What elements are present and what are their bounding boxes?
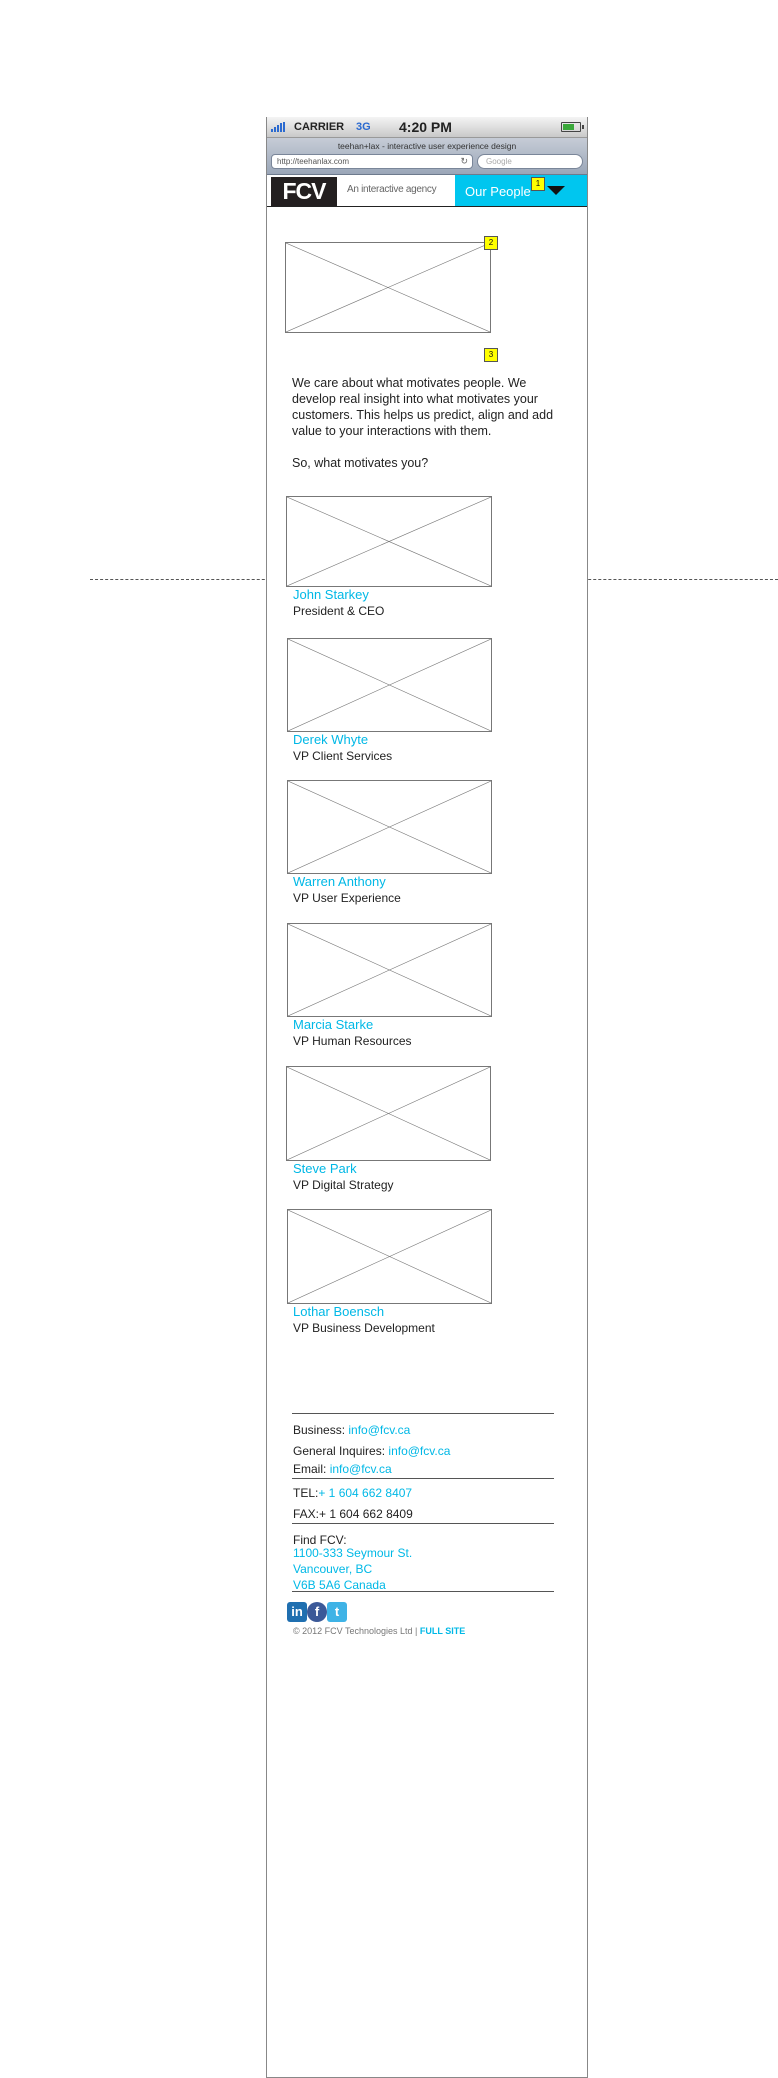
annotation-marker: 2 [484, 236, 498, 250]
person-photo-placeholder[interactable] [287, 638, 492, 732]
intro-question: So, what motivates you? [292, 456, 429, 470]
address-line: 1100-333 Seymour St. [293, 1546, 413, 1560]
person-name-link[interactable]: Derek Whyte [293, 732, 368, 747]
reload-icon[interactable]: ↻ [460, 156, 468, 167]
footer-divider [292, 1591, 554, 1592]
footer-divider [292, 1413, 554, 1414]
general-label: General Inquires: [293, 1444, 386, 1458]
site-header: FCV An interactive agency Our People 1 [267, 175, 587, 207]
person-role: VP Business Development [293, 1321, 435, 1335]
fax: FAX:+ 1 604 662 8409 [293, 1507, 413, 1521]
tagline: An interactive agency [347, 184, 437, 195]
person-photo-placeholder[interactable] [287, 1209, 492, 1304]
person-role: VP User Experience [293, 891, 401, 905]
person-role: VP Client Services [293, 749, 393, 763]
person-name-link[interactable]: Marcia Starke [293, 1017, 373, 1032]
section-menu-button[interactable]: Our People [455, 175, 587, 206]
person-photo-placeholder[interactable] [286, 496, 492, 587]
intro-text: We care about what motivates people. We … [292, 375, 554, 487]
clock: 4:20 PM [399, 119, 452, 135]
full-site-link[interactable]: FULL SITE [420, 1626, 465, 1636]
annotation-marker: 3 [484, 348, 498, 362]
url-field[interactable]: http://teehanlax.com ↻ [271, 154, 473, 169]
business-label: Business: [293, 1423, 346, 1437]
browser-bar: teehan+lax - interactive user experience… [267, 138, 587, 175]
business-email-link[interactable]: info@fcv.ca [348, 1423, 410, 1437]
annotation-marker: 1 [531, 177, 545, 191]
battery-icon [561, 122, 584, 132]
person-role: VP Human Resources [293, 1034, 412, 1048]
person-role: VP Digital Strategy [293, 1178, 394, 1192]
person-name-link[interactable]: Warren Anthony [293, 874, 386, 889]
person-photo-placeholder[interactable] [287, 923, 492, 1017]
address-link[interactable]: 1100-333 Seymour St. Vancouver, BC V6B 5… [293, 1545, 412, 1593]
tel-link[interactable]: + 1 604 662 8407 [318, 1486, 412, 1500]
linkedin-icon[interactable]: in [287, 1602, 307, 1622]
intro-paragraph: We care about what motivates people. We … [292, 376, 554, 438]
menu-label: Our People [465, 184, 531, 199]
footer-divider [292, 1523, 554, 1524]
logo[interactable]: FCV [271, 177, 337, 206]
phone-frame: CARRIER 3G 4:20 PM teehan+lax - interact… [266, 117, 588, 2078]
status-bar: CARRIER 3G 4:20 PM [267, 117, 587, 138]
network-label: 3G [356, 121, 371, 133]
email-contact: Email: info@fcv.ca [293, 1462, 392, 1476]
search-field[interactable]: Google [477, 154, 583, 169]
carrier-label: CARRIER [294, 121, 345, 133]
person-name-link[interactable]: Steve Park [293, 1161, 357, 1176]
telephone: TEL:+ 1 604 662 8407 [293, 1486, 412, 1500]
person-role: President & CEO [293, 604, 385, 618]
hero-image-placeholder [285, 242, 491, 333]
signal-icon [271, 122, 285, 132]
address-line: Vancouver, BC [293, 1562, 373, 1576]
copyright-text: © 2012 FCV Technologies Ltd | [293, 1626, 418, 1636]
email-link[interactable]: info@fcv.ca [330, 1462, 392, 1476]
business-contact: Business: info@fcv.ca [293, 1423, 410, 1437]
facebook-icon[interactable]: f [307, 1602, 327, 1622]
tel-label: TEL: [293, 1486, 319, 1500]
fold-marker-right [568, 579, 778, 580]
person-name-link[interactable]: John Starkey [293, 587, 369, 602]
dropdown-arrow-icon[interactable] [547, 186, 565, 195]
general-email-link[interactable]: info@fcv.ca [388, 1444, 450, 1458]
general-contact: General Inquires: info@fcv.ca [293, 1444, 450, 1458]
fold-marker-left [90, 579, 285, 580]
person-photo-placeholder[interactable] [286, 1066, 491, 1161]
twitter-icon[interactable]: t [327, 1602, 347, 1622]
email-label: Email: [293, 1462, 327, 1476]
copyright: © 2012 FCV Technologies Ltd | FULL SITE [293, 1626, 465, 1636]
person-photo-placeholder[interactable] [287, 780, 492, 874]
url-text: http://teehanlax.com [277, 157, 350, 166]
footer-divider [292, 1478, 554, 1479]
page-title: teehan+lax - interactive user experience… [337, 141, 517, 151]
person-name-link[interactable]: Lothar Boensch [293, 1304, 384, 1319]
